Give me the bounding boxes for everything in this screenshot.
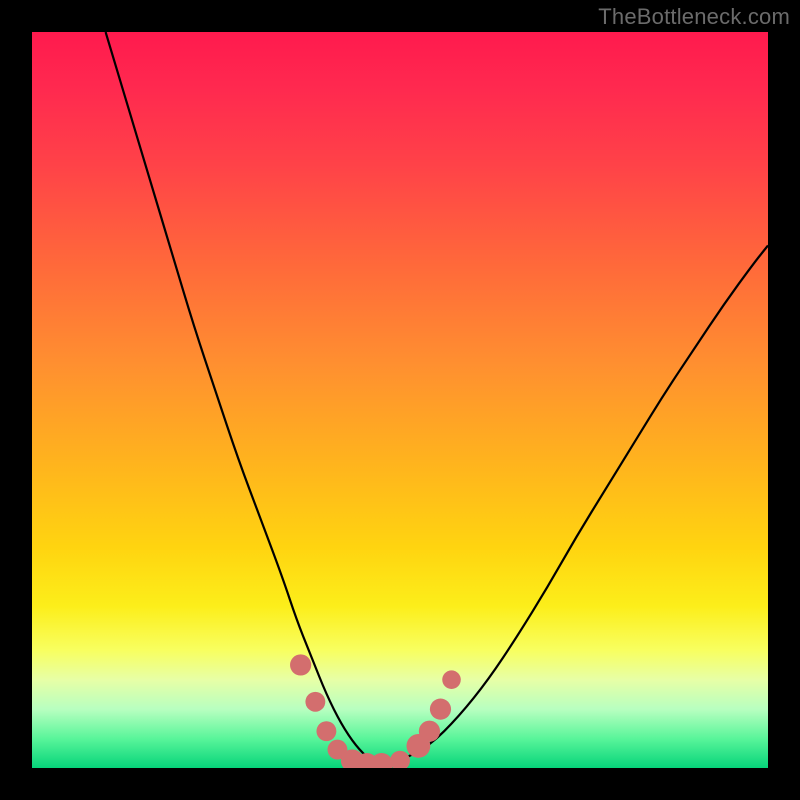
watermark-text: TheBottleneck.com	[598, 4, 790, 30]
curve-marker	[290, 654, 311, 675]
curve-marker	[390, 751, 410, 768]
curve-marker	[419, 721, 440, 742]
curve-marker	[430, 699, 451, 720]
curve-marker	[316, 721, 336, 741]
plot-area	[32, 32, 768, 768]
curve-marker	[305, 692, 325, 712]
curve-marker	[442, 670, 461, 689]
marker-group	[290, 654, 461, 768]
curve-svg	[32, 32, 768, 768]
chart-stage: TheBottleneck.com	[0, 0, 800, 800]
curve-marker	[370, 753, 393, 768]
bottleneck-curve	[106, 32, 768, 766]
